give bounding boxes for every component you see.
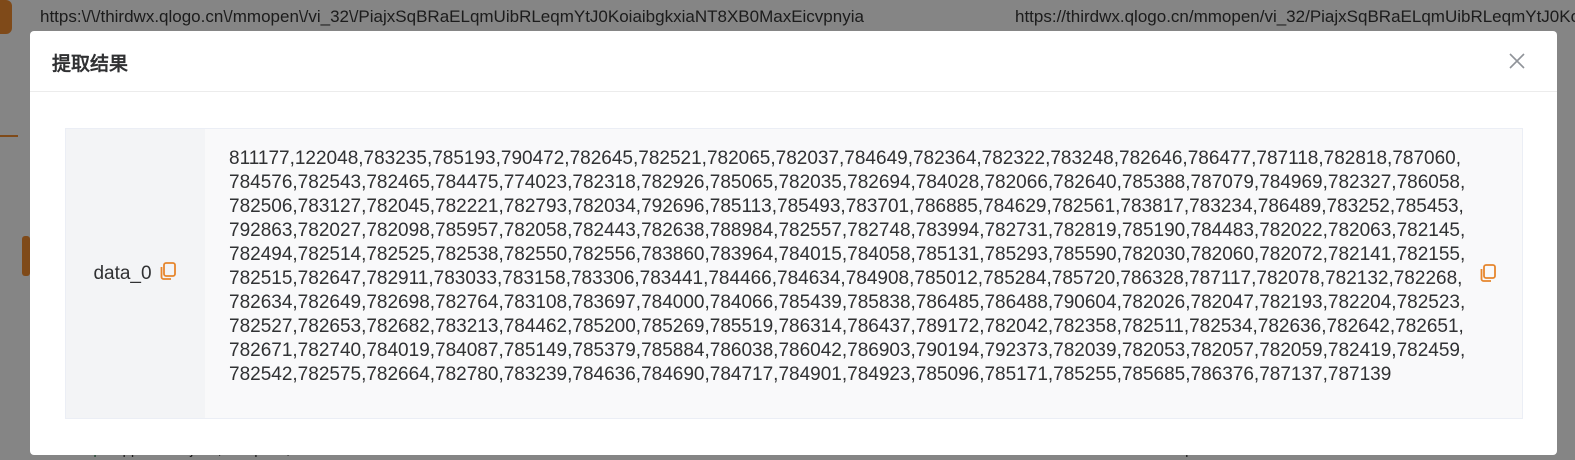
result-value-text: 811177,122048,783235,785193,790472,78264… (229, 148, 1466, 385)
copy-key-button[interactable] (158, 261, 178, 287)
extract-result-dialog: 提取结果 data_0 811177,122048,783235,785193,… (30, 31, 1557, 455)
result-key-label: data_0 (93, 262, 152, 284)
close-button[interactable] (1505, 49, 1529, 73)
result-key-cell: data_0 (66, 129, 205, 418)
result-table: data_0 811177,122048,783235,785193,79047… (65, 128, 1523, 419)
copy-icon (158, 261, 178, 287)
close-icon (1505, 49, 1529, 73)
dialog-title: 提取结果 (52, 54, 129, 75)
result-value-cell: 811177,122048,783235,785193,790472,78264… (205, 129, 1522, 418)
copy-value-button[interactable] (1478, 263, 1498, 288)
copy-icon (1478, 263, 1498, 288)
dialog-header: 提取结果 (30, 31, 1557, 92)
